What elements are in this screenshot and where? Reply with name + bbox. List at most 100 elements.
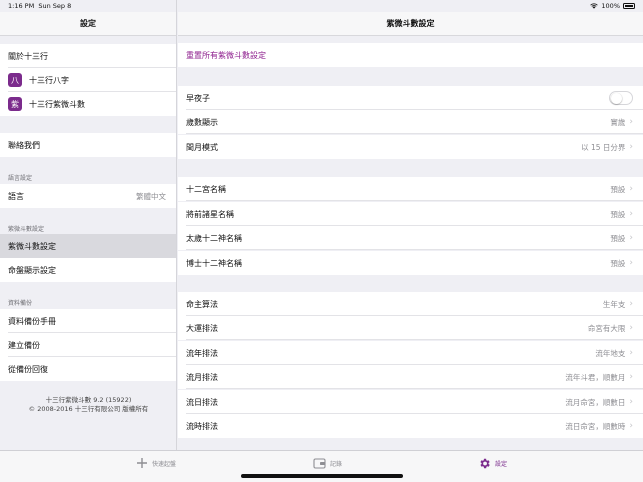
plus-icon [137, 458, 147, 468]
setting-row-liunian[interactable]: 流年排法 流年地支 › [178, 341, 643, 365]
chevron-right-icon: › [629, 397, 633, 407]
status-date: Sun Sep 8 [38, 2, 72, 10]
chevron-right-icon: › [629, 184, 633, 194]
sidebar-item-label: 十三行紫微斗數 [29, 99, 85, 109]
tab-settings[interactable]: 設定 [478, 457, 507, 470]
setting-row-age-display[interactable]: 歲數顯示 實歲 › [178, 110, 643, 134]
sidebar-item-contact[interactable]: 聯絡我們 [0, 133, 176, 157]
setting-row-palace-names[interactable]: 十二宮名稱 預設 › [178, 177, 643, 201]
setting-label: 博士十二神名稱 [186, 258, 242, 268]
setting-row-liuri[interactable]: 流日排法 流月命宮，順數日 › [178, 390, 643, 414]
setting-label: 流時排法 [186, 421, 218, 431]
tab-label: 設定 [495, 461, 508, 468]
wallet-icon [313, 458, 326, 469]
setting-row-liuyue[interactable]: 流月排法 流年斗君，順數月 › [178, 365, 643, 389]
chevron-right-icon: › [629, 372, 633, 382]
chevron-right-icon: › [629, 142, 633, 152]
setting-row-liushi[interactable]: 流時排法 流日命宮，順數時 › [178, 414, 643, 438]
section-header-language: 語言設定 [8, 175, 33, 182]
detail-pane: 紫微斗數設定 重置所有紫微斗數設定 早夜子 歲數顯示 實歲 › 閏月模式以 15 日… [178, 0, 643, 450]
chevron-right-icon: › [629, 209, 633, 219]
setting-label: 閏月模式 [186, 142, 218, 152]
sidebar-navbar: 設定 [0, 12, 176, 36]
tab-label: 記錄 [330, 460, 343, 468]
setting-label: 將前諸星名稱 [186, 209, 234, 219]
reset-settings-label: 重置所有紫微斗數設定 [186, 50, 266, 60]
sidebar-item-label: 十三行八字 [29, 75, 69, 85]
app-version: 十三行紫微斗數 9.2 (15922) [45, 396, 132, 404]
sidebar-item-label: 命盤顯示設定 [8, 265, 56, 275]
sidebar-item-bazi-app[interactable]: 八十三行八字 [0, 68, 176, 92]
status-right: 100% [590, 2, 635, 10]
sidebar-item-ziwei-app[interactable]: 紫十三行紫微斗數 [0, 92, 176, 116]
setting-value: 以 15 日分界 [581, 142, 626, 152]
status-time: 1:16 PM [8, 2, 35, 10]
sidebar-item-label: 紫微斗數設定 [8, 241, 56, 251]
ziwei-app-icon: 紫 [8, 97, 22, 111]
zaoyezi-toggle[interactable] [609, 91, 633, 105]
tab-quick-chart[interactable]: 快速起盤 [136, 457, 176, 469]
sidebar-item-label: 關於十三行 [8, 51, 48, 61]
setting-row-mingzhu[interactable]: 命主算法 生年支 › [178, 292, 643, 316]
sidebar-item-label: 語言 [8, 191, 24, 201]
chevron-right-icon: › [629, 421, 633, 431]
chevron-right-icon: › [629, 348, 633, 358]
wifi-icon [590, 3, 599, 9]
status-bar: 1:16 PM Sun Sep 8 100% [0, 0, 643, 12]
setting-value: 流年斗君，順數月 [565, 372, 626, 382]
sidebar-item-label: 聯絡我們 [8, 140, 40, 150]
setting-label: 流年排法 [186, 348, 218, 358]
setting-value: 生年支 [602, 299, 626, 309]
sidebar-item-restore-backup[interactable]: 從備份回復 [0, 357, 176, 381]
setting-value: 預設 [610, 258, 626, 268]
copyright: © 2008-2016 十三行有限公司 版權所有 [28, 405, 149, 413]
sidebar-item-chart-display[interactable]: 命盤顯示設定 [0, 258, 176, 282]
status-time-date: 1:16 PM Sun Sep 8 [8, 2, 71, 10]
home-indicator [241, 474, 403, 478]
setting-label: 太歲十二神名稱 [186, 233, 242, 243]
detail-navbar: 紫微斗數設定 [178, 12, 643, 36]
section-header-ziwei: 紫微斗數設定 [8, 226, 45, 233]
sidebar-item-create-backup[interactable]: 建立備份 [0, 333, 176, 357]
setting-label: 十二宮名稱 [186, 184, 226, 194]
battery-percent: 100% [601, 2, 620, 10]
chevron-right-icon: › [629, 117, 633, 127]
sidebar-item-ziwei-settings[interactable]: 紫微斗數設定 [0, 234, 176, 258]
sidebar-item-language[interactable]: 語言 繁體中文 [0, 184, 176, 208]
setting-label: 大運排法 [186, 323, 218, 333]
reset-settings-button[interactable]: 重置所有紫微斗數設定 [178, 43, 643, 67]
setting-row-leap-month[interactable]: 閏月模式 以 15 日分界 › [178, 135, 643, 159]
setting-value: 流月命宮，順數日 [565, 397, 626, 407]
sidebar-item-label: 資料備份手冊 [8, 316, 56, 326]
setting-row-zaoyezi: 早夜子 [178, 86, 643, 110]
section-header-backup: 資料備份 [8, 300, 33, 307]
setting-row-dayun[interactable]: 大運排法 命宮有大限 › [178, 316, 643, 340]
bazi-app-icon: 八 [8, 73, 22, 87]
setting-row-taisui-names[interactable]: 太歲十二神名稱 預設 › [178, 226, 643, 250]
setting-value: 預設 [610, 209, 626, 219]
language-value: 繁體中文 [136, 191, 166, 201]
setting-value: 預設 [610, 233, 626, 243]
sidebar-title: 設定 [80, 19, 96, 28]
chevron-right-icon: › [629, 258, 633, 268]
sidebar-item-label: 建立備份 [8, 340, 40, 350]
battery-icon [623, 3, 635, 9]
setting-value: 流年地支 [595, 348, 626, 358]
setting-value: 命宮有大限 [587, 323, 626, 333]
setting-label: 流月排法 [186, 372, 218, 382]
chevron-right-icon: › [629, 323, 633, 333]
gear-icon [480, 458, 490, 469]
setting-value: 預設 [610, 184, 626, 194]
setting-value: 流日命宮，順數時 [565, 421, 626, 431]
setting-row-jiangqian-names[interactable]: 將前諸星名稱 預設 › [178, 202, 643, 226]
setting-row-boshi-names[interactable]: 博士十二神名稱 預設 › [178, 251, 643, 275]
setting-value: 實歲 [610, 117, 626, 127]
sidebar: 設定 關於十三行 八十三行八字 紫十三行紫微斗數 聯絡我們 語言設定 語言 繁體中… [0, 0, 177, 450]
setting-label: 早夜子 [186, 93, 210, 103]
chevron-right-icon: › [629, 233, 633, 243]
tab-records[interactable]: 記錄 [313, 457, 342, 469]
setting-label: 歲數顯示 [186, 117, 218, 127]
sidebar-item-backup-manual[interactable]: 資料備份手冊 [0, 309, 176, 333]
chevron-right-icon: › [629, 299, 633, 309]
sidebar-item-about[interactable]: 關於十三行 [0, 44, 176, 68]
